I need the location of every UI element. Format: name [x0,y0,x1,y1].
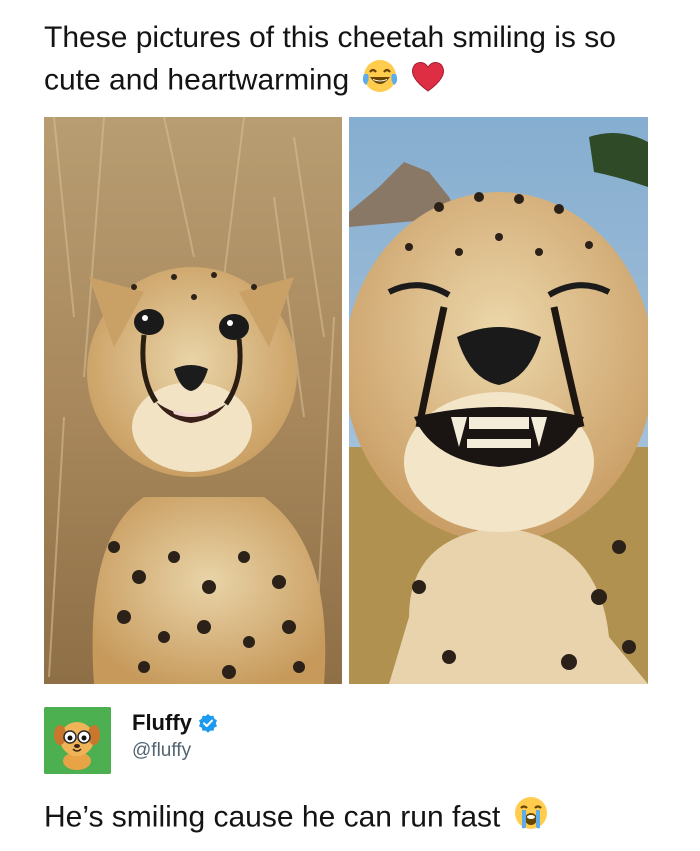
laughing-crying-emoji-icon [362,58,398,105]
red-heart-emoji-icon [410,59,446,104]
grinning-cheetah-image [349,117,648,684]
name-row: Fluffy [132,709,218,737]
account-handle[interactable]: @fluffy [132,740,191,762]
grinning-cheetah-photo[interactable] [349,117,648,684]
post-text-content: These pictures of this cheetah smiling i… [44,21,616,97]
loudly-crying-emoji-icon [513,795,549,842]
verified-badge-icon [198,713,218,733]
cheetah-cub-photo[interactable] [44,117,342,684]
reply-text: He’s smiling cause he can run fast [44,795,664,842]
account-card[interactable]: Fluffy @fluffy [44,707,644,777]
display-name[interactable]: Fluffy [132,710,192,736]
post-text: These pictures of this cheetah smiling i… [44,18,644,105]
cheetah-cub-image [44,117,342,684]
cartoon-dog-avatar-icon[interactable] [44,707,111,774]
reply-text-content: He’s smiling cause he can run fast [44,800,501,834]
